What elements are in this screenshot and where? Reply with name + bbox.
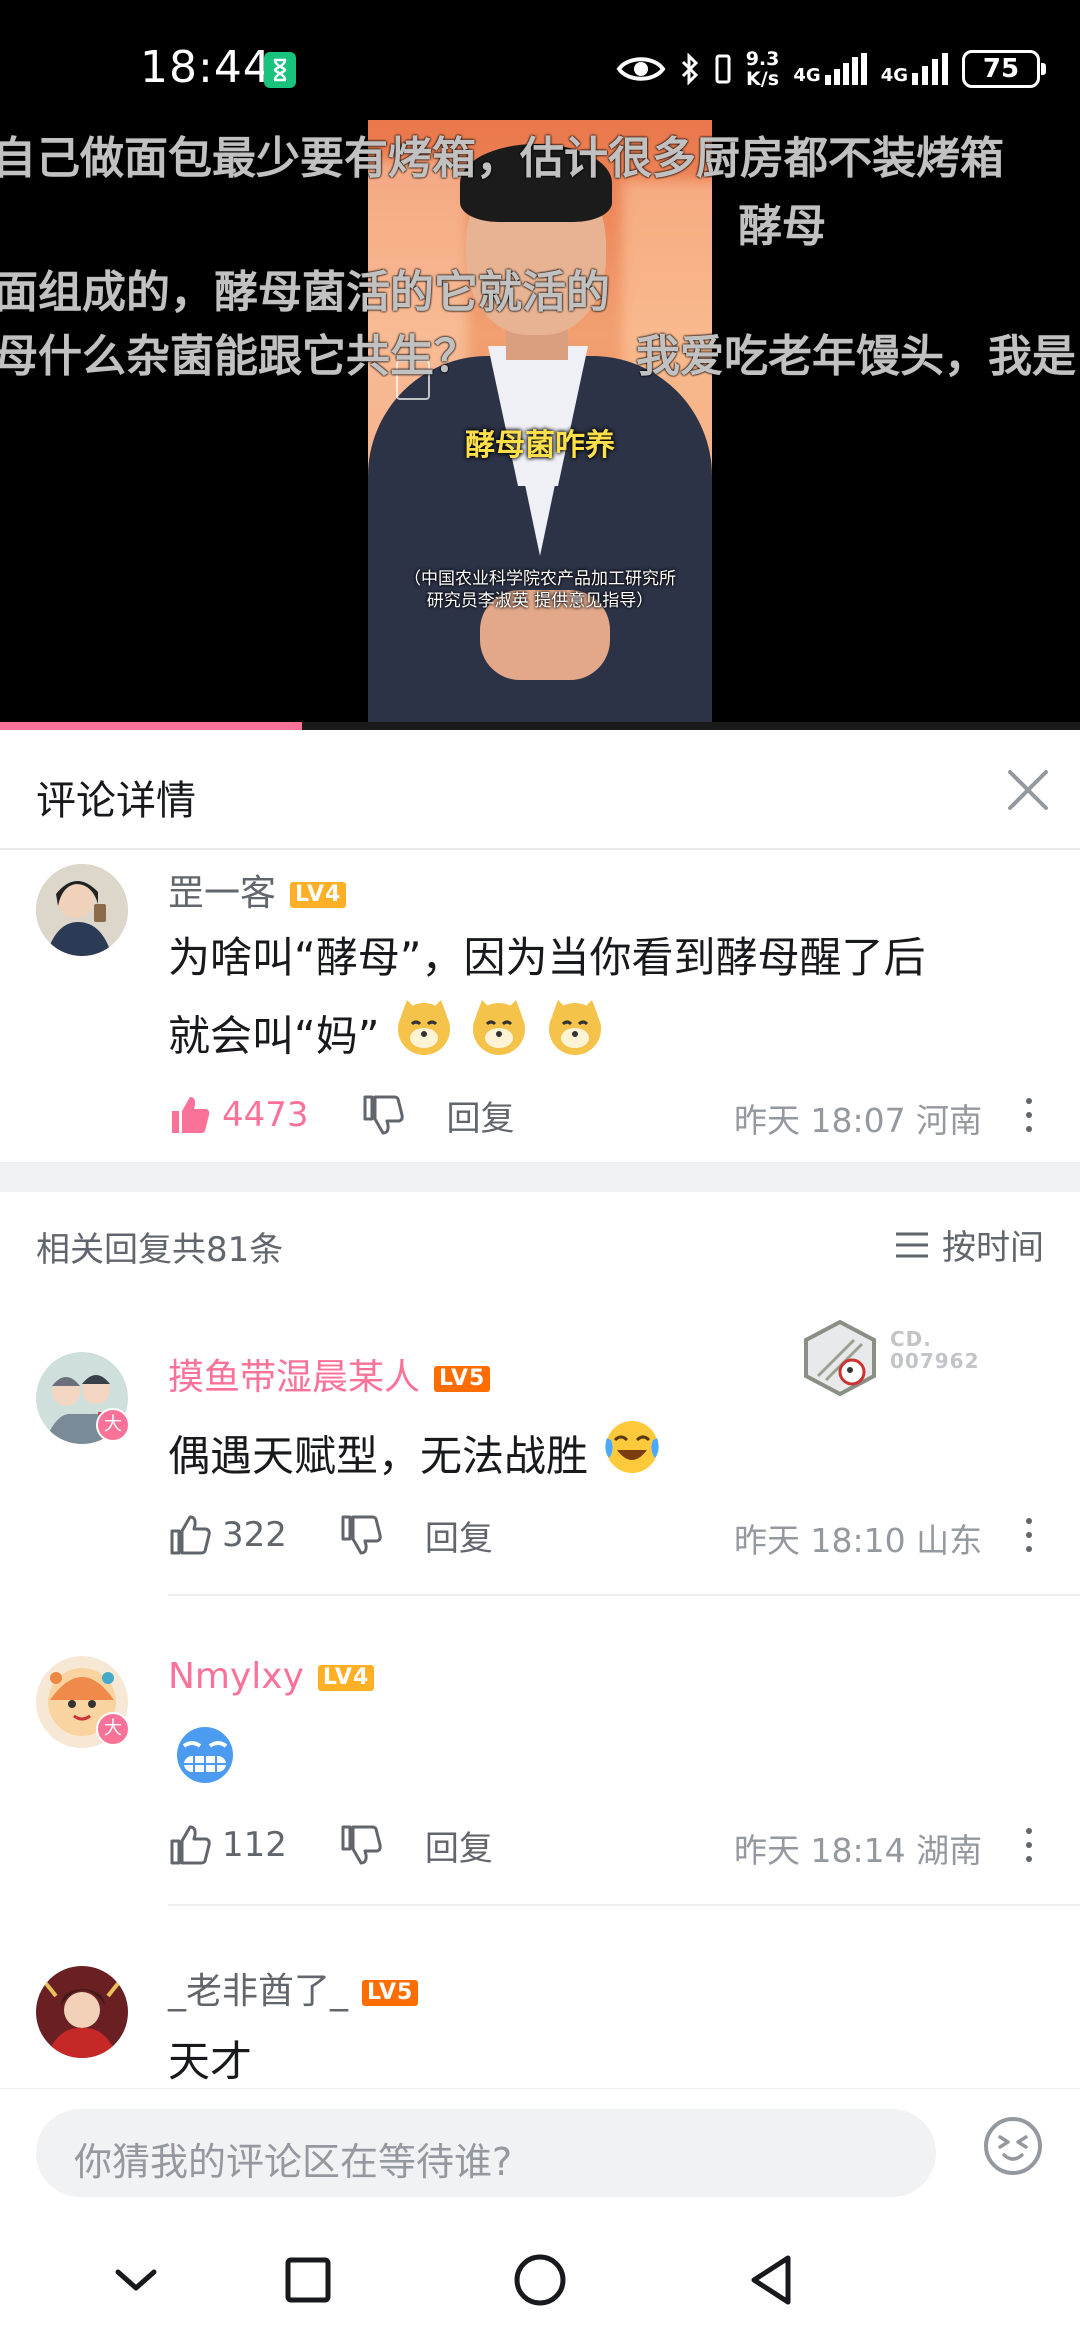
like-count: 322 [222, 1515, 287, 1555]
doge-emoji [544, 996, 606, 1082]
comment-panel-header: 评论详情 [0, 730, 1080, 850]
thumbs-up-icon [170, 1515, 211, 1555]
laugh-cry-emoji [601, 1416, 663, 1502]
reply-button[interactable]: 回复 [447, 1091, 515, 1140]
menu-lines-icon [896, 1232, 928, 1257]
signal-icon [824, 53, 867, 85]
doge-emoji [393, 996, 455, 1082]
thumbs-up-filled-icon [172, 1097, 210, 1133]
row-divider [168, 1904, 1080, 1906]
dislike-button[interactable] [361, 1093, 405, 1137]
home-icon[interactable] [510, 2250, 570, 2310]
comment-meta: 昨天 18:14 湖南 [734, 1831, 983, 1870]
like-button[interactable]: 112 [168, 1823, 287, 1867]
danmaku-item: 自己做面包最少要有烤箱，估计很多厨房都不装烤箱 [0, 133, 1004, 184]
more-options-icon[interactable] [1024, 1098, 1034, 1138]
system-nav-bar [0, 2214, 1080, 2340]
video-progress-bar[interactable] [0, 722, 1080, 730]
vip-badge: 大 [96, 1712, 130, 1746]
level-badge: LV4 [290, 882, 347, 908]
main-comment-text: 为啥叫“酵母”，因为当你看到酵母醒了后 就会叫“妈” [168, 920, 926, 1082]
grimace-emoji [172, 1722, 238, 1812]
fan-medal-badge: CD. 007962 [800, 1319, 1000, 1397]
reply-button[interactable]: 回复 [425, 1511, 493, 1560]
hourglass-icon [264, 52, 296, 88]
replies-count: 相关回复共81条 [36, 1230, 284, 1270]
emoji-picker-icon[interactable] [982, 2115, 1044, 2177]
dislike-button[interactable] [339, 1823, 383, 1867]
reply-text: 偶遇天赋型，无法战胜 [168, 1416, 663, 1502]
reply-username[interactable]: Nmylxy LV4 [168, 1656, 375, 1697]
level-badge: LV5 [362, 1980, 419, 2006]
reply-text [172, 1722, 238, 1812]
vip-badge: 大 [96, 1408, 130, 1442]
thumbs-up-icon [170, 1825, 211, 1865]
back-icon[interactable] [742, 2250, 802, 2310]
phone-vibrate-icon [715, 54, 731, 84]
level-badge: LV4 [317, 1665, 375, 1691]
video-caption: 酵母菌咋养 [465, 428, 615, 463]
signal-icon [912, 53, 948, 85]
reply-button[interactable]: 回复 [425, 1821, 493, 1870]
level-badge: LV5 [434, 1366, 491, 1392]
sort-label: 按时间 [942, 1228, 1044, 1268]
like-count: 4473 [222, 1095, 309, 1135]
signal-strength-2: 4G [881, 53, 948, 85]
status-time: 18:44 [140, 42, 272, 93]
avatar[interactable] [36, 864, 128, 956]
main-comment-username[interactable]: 罡一客 LV4 [168, 864, 347, 916]
recent-apps-icon[interactable] [278, 2250, 338, 2310]
signal-strength-1: 4G [793, 53, 867, 85]
comment-meta: 昨天 18:07 河南 [734, 1101, 983, 1140]
danmaku-item: 面组成的，酵母菌活的它就活的 [0, 267, 610, 318]
comment-input-placeholder: 你猜我的评论区在等待谁? [74, 2140, 513, 2184]
danmaku-item: 母什么杂菌能跟它共生？ [0, 331, 478, 382]
status-bar: 18:44 9.3 K/s 4G 4G 75 [0, 0, 1080, 120]
like-button[interactable]: 4473 [168, 1093, 309, 1137]
battery-indicator: 75 [962, 50, 1046, 88]
bluetooth-icon [681, 53, 698, 85]
video-progress-fill [0, 722, 303, 730]
eye-icon [616, 57, 666, 81]
dislike-button[interactable] [339, 1513, 383, 1557]
net-speed: 9.3 K/s [745, 48, 780, 90]
thumbs-down-icon [341, 1825, 382, 1865]
reply-actions: 112 回复 [168, 1820, 493, 1870]
comment-meta: 昨天 18:10 山东 [734, 1521, 983, 1560]
reply-actions: 322 回复 [168, 1510, 493, 1560]
reply-username[interactable]: 摸鱼带湿晨某人 LV5 [168, 1348, 491, 1400]
avatar[interactable] [36, 1966, 128, 2058]
sort-button[interactable]: 按时间 [894, 1220, 1044, 1269]
danmaku-item: 酵母 [738, 201, 826, 252]
video-subcaption: （中国农业科学院农产品加工研究所 研究员李淑英 提供意见指导） [404, 569, 676, 611]
row-divider [168, 1594, 1080, 1596]
reply-username[interactable]: _老非酋了_ LV5 [168, 1962, 419, 2014]
thumbs-down-icon [341, 1515, 382, 1555]
more-options-icon[interactable] [1024, 1518, 1034, 1558]
like-count: 112 [222, 1825, 287, 1865]
section-divider [0, 1162, 1080, 1192]
doge-emoji [468, 996, 530, 1082]
panel-title: 评论详情 [36, 778, 196, 824]
main-comment-actions: 4473 回复 [168, 1090, 515, 1140]
thumbs-down-icon [363, 1095, 404, 1135]
more-options-icon[interactable] [1024, 1828, 1034, 1868]
close-icon[interactable] [998, 760, 1058, 820]
danmaku-item: 我爱吃老年馒头，我是 [636, 331, 1076, 382]
like-button[interactable]: 322 [168, 1513, 287, 1557]
comment-input[interactable]: 你猜我的评论区在等待谁? [36, 2109, 936, 2197]
video-frame: 酵母菌咋养 （中国农业科学院农产品加工研究所 研究员李淑英 提供意见指导） [368, 120, 712, 730]
chevron-down-icon[interactable] [106, 2250, 166, 2310]
comment-input-bar: 你猜我的评论区在等待谁? [0, 2088, 1080, 2215]
